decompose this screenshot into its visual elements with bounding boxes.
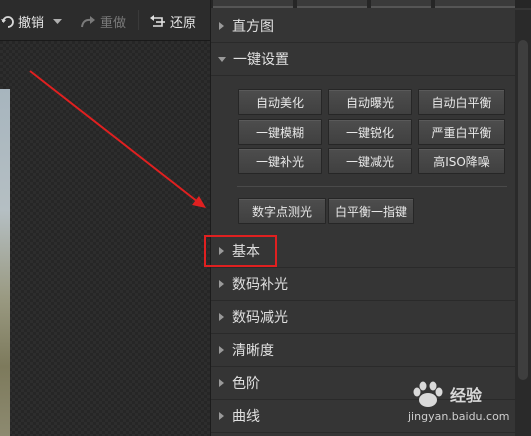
undo-button[interactable]: 撤销: [0, 12, 44, 31]
undo-dropdown-icon[interactable]: [53, 19, 62, 25]
panel-tab[interactable]: [371, 0, 431, 8]
adjustment-panel: 直方图 一键设置 自动美化 自动曝光 自动白平衡 一键模糊 一键锐化 严重白平衡…: [210, 0, 531, 436]
expand-arrow-icon: [219, 22, 224, 30]
image-canvas[interactable]: [0, 41, 210, 436]
section-digital-fill-light[interactable]: 数码补光: [211, 268, 515, 301]
redo-button[interactable]: 重做: [80, 12, 126, 31]
expand-arrow-icon: [219, 280, 224, 288]
one-click-blur-button[interactable]: 一键模糊: [238, 119, 322, 145]
section-digital-reduce-light[interactable]: 数码减光: [211, 301, 515, 334]
watermark: 经验 jingyan.baidu.com: [408, 380, 518, 430]
section-label: 数码减光: [232, 310, 288, 326]
highlight-box: [204, 235, 277, 267]
auto-beautify-button[interactable]: 自动美化: [238, 89, 322, 115]
strict-white-balance-button[interactable]: 严重白平衡: [418, 119, 505, 145]
section-label: 清晰度: [232, 343, 274, 359]
one-click-sharpen-button[interactable]: 一键锐化: [328, 119, 412, 145]
section-label: 色阶: [232, 376, 260, 392]
section-label: 曲线: [232, 409, 260, 425]
auto-white-balance-button[interactable]: 自动白平衡: [418, 89, 505, 115]
section-histogram[interactable]: 直方图: [211, 10, 515, 43]
auto-exposure-button[interactable]: 自动曝光: [328, 89, 412, 115]
undo-icon: [1, 15, 14, 28]
collapse-arrow-icon: [218, 56, 226, 62]
scrollbar-thumb[interactable]: [518, 40, 528, 380]
high-iso-denoise-button[interactable]: 高ISO降噪: [418, 148, 505, 174]
restore-label: 还原: [170, 16, 197, 31]
panel-scrollbar[interactable]: [515, 10, 531, 436]
redo-label: 重做: [100, 16, 127, 31]
watermark-brand: 经验: [450, 386, 483, 405]
section-one-click[interactable]: 一键设置: [211, 43, 515, 76]
one-click-fill-light-button[interactable]: 一键补光: [238, 148, 322, 174]
panel-tab[interactable]: [213, 0, 293, 8]
section-label: 一键设置: [233, 52, 289, 68]
button-divider: [237, 186, 507, 187]
restore-button[interactable]: 还原: [150, 12, 196, 31]
expand-arrow-icon: [219, 412, 224, 420]
watermark-url: jingyan.baidu.com: [408, 410, 510, 423]
toolbar-divider: [138, 10, 139, 30]
section-clarity[interactable]: 清晰度: [211, 334, 515, 367]
panel-tab[interactable]: [297, 0, 367, 8]
redo-icon: [81, 15, 95, 27]
undo-label: 撤销: [18, 16, 45, 31]
spot-metering-button[interactable]: 数字点测光: [238, 198, 326, 224]
expand-arrow-icon: [219, 379, 224, 387]
expand-arrow-icon: [219, 346, 224, 354]
section-label: 直方图: [232, 19, 274, 35]
toolbar: 撤销 重做 还原: [0, 0, 210, 41]
photo-preview: [0, 89, 10, 436]
panel-tab[interactable]: [435, 0, 515, 8]
white-balance-one-finger-button[interactable]: 白平衡一指键: [328, 198, 414, 224]
baidu-paw-logo-icon: [413, 381, 443, 407]
panel-top-strip: [211, 0, 531, 8]
restore-icon: [150, 14, 165, 27]
expand-arrow-icon: [219, 313, 224, 321]
section-label: 数码补光: [232, 277, 288, 293]
one-click-reduce-light-button[interactable]: 一键减光: [328, 148, 412, 174]
